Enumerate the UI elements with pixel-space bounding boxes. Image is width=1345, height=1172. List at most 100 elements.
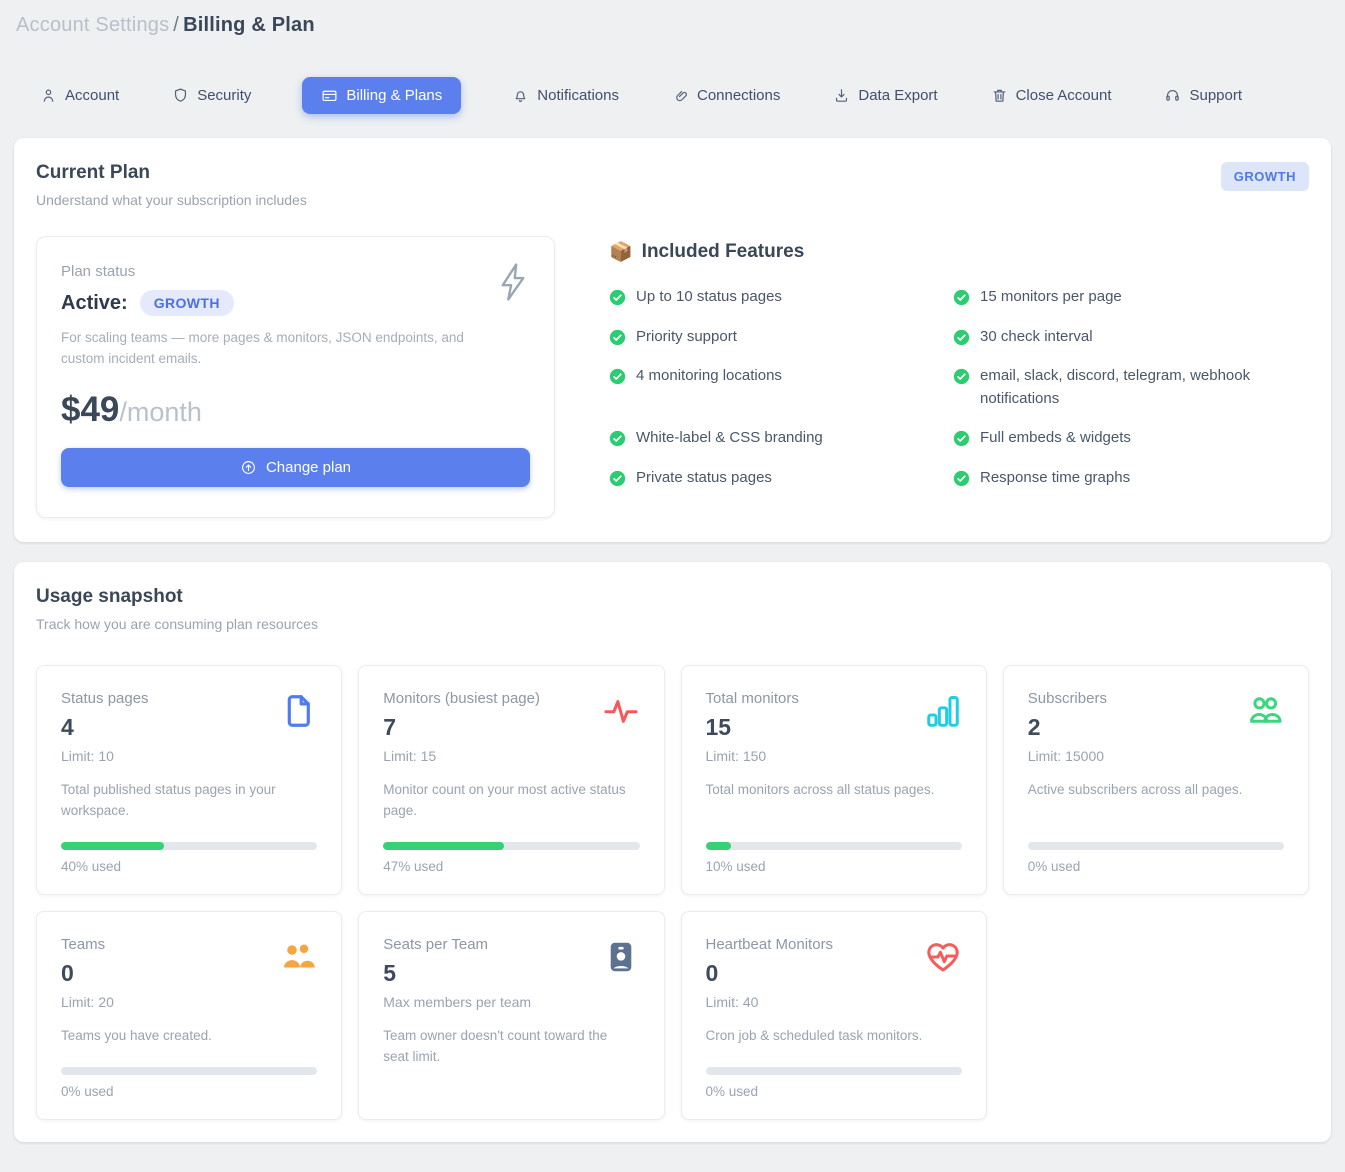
bell-icon: [512, 87, 529, 104]
plan-status-card: Plan status Active: GROWTH For scaling t…: [36, 236, 555, 518]
plan-price: $49/month: [61, 390, 530, 430]
download-icon: [833, 87, 850, 104]
link-icon: [672, 87, 689, 104]
usage-card-total-monitors: Total monitors 15 Limit: 150 Total monit…: [681, 665, 987, 895]
feature-label: Up to 10 status pages: [636, 286, 782, 309]
usage-card-value: 0: [61, 960, 114, 987]
usage-card-status-pages: Status pages 4 Limit: 10 Total published…: [36, 665, 342, 895]
id-badge-icon: [602, 938, 640, 976]
usage-card-description: Total monitors across all status pages.: [706, 780, 962, 801]
tab-label: Account: [65, 87, 119, 104]
usage-used-label: 40% used: [61, 859, 317, 874]
usage-progress-bar: [61, 842, 317, 850]
plan-description: For scaling teams — more pages & monitor…: [61, 328, 481, 370]
bar-chart-icon: [924, 692, 962, 730]
usage-card-title: Seats per Team: [383, 936, 531, 953]
usage-card-description: Total published status pages in your wor…: [61, 780, 317, 822]
usage-card-description: Team owner doesn't count toward the seat…: [383, 1026, 639, 1068]
usage-snapshot-panel: Usage snapshot Track how you are consumi…: [14, 562, 1331, 1142]
usage-card-title: Teams: [61, 936, 114, 953]
feature-item: Private status pages: [609, 467, 953, 490]
usage-used-label: 47% used: [383, 859, 639, 874]
usage-card-description: Teams you have created.: [61, 1026, 317, 1047]
usage-card-description: Active subscribers across all pages.: [1028, 780, 1284, 801]
feature-item: 4 monitoring locations: [609, 365, 953, 410]
tab-close-account[interactable]: Close Account: [989, 77, 1114, 114]
usage-used-label: 0% used: [1028, 859, 1284, 874]
breadcrumb-section: Account Settings: [16, 14, 169, 36]
usage-card-subscribers: Subscribers 2 Limit: 15000 Active subscr…: [1003, 665, 1309, 895]
document-icon: [279, 692, 317, 730]
usage-card-title: Status pages: [61, 690, 149, 707]
usage-card-value: 5: [383, 960, 531, 987]
usage-progress-fill: [61, 842, 164, 850]
page-title: Billing & Plan: [183, 14, 315, 36]
feature-item: 15 monitors per page: [953, 286, 1309, 309]
heart-pulse-icon: [924, 938, 962, 976]
feature-item: email, slack, discord, telegram, webhook…: [953, 365, 1283, 410]
plan-price-amount: $49: [61, 390, 119, 429]
current-plan-subtitle: Understand what your subscription includ…: [36, 192, 307, 208]
check-circle-icon: [609, 470, 626, 487]
feature-label: Response time graphs: [980, 467, 1130, 490]
feature-label: 30 check interval: [980, 326, 1093, 349]
tab-label: Support: [1189, 87, 1242, 104]
person-icon: [40, 87, 57, 104]
usage-card-description: Monitor count on your most active status…: [383, 780, 639, 822]
feature-item: Response time graphs: [953, 467, 1309, 490]
users-filled-icon: [279, 938, 317, 976]
feature-item: Priority support: [609, 326, 953, 349]
usage-progress-fill: [706, 842, 732, 850]
current-plan-title: Current Plan: [36, 162, 307, 184]
usage-progress-bar: [1028, 842, 1284, 850]
upgrade-arrow-icon: [240, 459, 257, 476]
lightning-bolt-icon: [494, 261, 532, 303]
shield-icon: [172, 87, 189, 104]
check-circle-icon: [953, 329, 970, 346]
tab-label: Connections: [697, 87, 780, 104]
included-features: 📦 Included Features Up to 10 status page…: [609, 236, 1309, 489]
feature-item: Up to 10 status pages: [609, 286, 953, 309]
usage-card-heartbeat-monitors: Heartbeat Monitors 0 Limit: 40 Cron job …: [681, 911, 987, 1120]
check-circle-icon: [953, 470, 970, 487]
tab-data-export[interactable]: Data Export: [831, 77, 939, 114]
tab-label: Close Account: [1016, 87, 1112, 104]
usage-used-label: 0% used: [61, 1084, 317, 1099]
change-plan-button[interactable]: Change plan: [61, 448, 530, 487]
plan-state: Active:: [61, 292, 128, 315]
feature-label: Full embeds & widgets: [980, 427, 1131, 450]
usage-used-label: 10% used: [706, 859, 962, 874]
headset-icon: [1164, 87, 1181, 104]
plan-badge: GROWTH: [1221, 162, 1309, 191]
usage-progress-bar: [706, 842, 962, 850]
usage-progress-bar: [706, 1067, 962, 1075]
usage-card-limit: Max members per team: [383, 994, 531, 1010]
check-circle-icon: [953, 368, 970, 385]
breadcrumb-separator: /: [169, 14, 183, 36]
usage-card-description: Cron job & scheduled task monitors.: [706, 1026, 962, 1047]
usage-card-teams: Teams 0 Limit: 20 Teams you have created…: [36, 911, 342, 1120]
usage-card-limit: Limit: 20: [61, 994, 114, 1010]
feature-item: White-label & CSS branding: [609, 427, 953, 450]
current-plan-panel: Current Plan Understand what your subscr…: [14, 138, 1331, 542]
usage-card-value: 7: [383, 714, 540, 741]
feature-label: email, slack, discord, telegram, webhook…: [980, 365, 1259, 410]
usage-card-monitors-busiest: Monitors (busiest page) 7 Limit: 15 Moni…: [358, 665, 664, 895]
tab-label: Billing & Plans: [346, 87, 442, 104]
tab-notifications[interactable]: Notifications: [510, 77, 621, 114]
tab-account[interactable]: Account: [38, 77, 121, 114]
tab-support[interactable]: Support: [1162, 77, 1244, 114]
credit-card-icon: [321, 87, 338, 104]
tab-connections[interactable]: Connections: [670, 77, 782, 114]
breadcrumb: Account Settings/Billing & Plan: [14, 12, 1331, 37]
usage-progress-bar: [383, 842, 639, 850]
tab-label: Notifications: [537, 87, 619, 104]
tab-security[interactable]: Security: [170, 77, 253, 114]
usage-card-limit: Limit: 10: [61, 748, 149, 764]
feature-label: White-label & CSS branding: [636, 427, 823, 450]
feature-label: 4 monitoring locations: [636, 365, 782, 388]
tab-billing-plans[interactable]: Billing & Plans: [302, 77, 461, 114]
usage-card-value: 4: [61, 714, 149, 741]
usage-card-value: 0: [706, 960, 834, 987]
usage-card-value: 15: [706, 714, 799, 741]
